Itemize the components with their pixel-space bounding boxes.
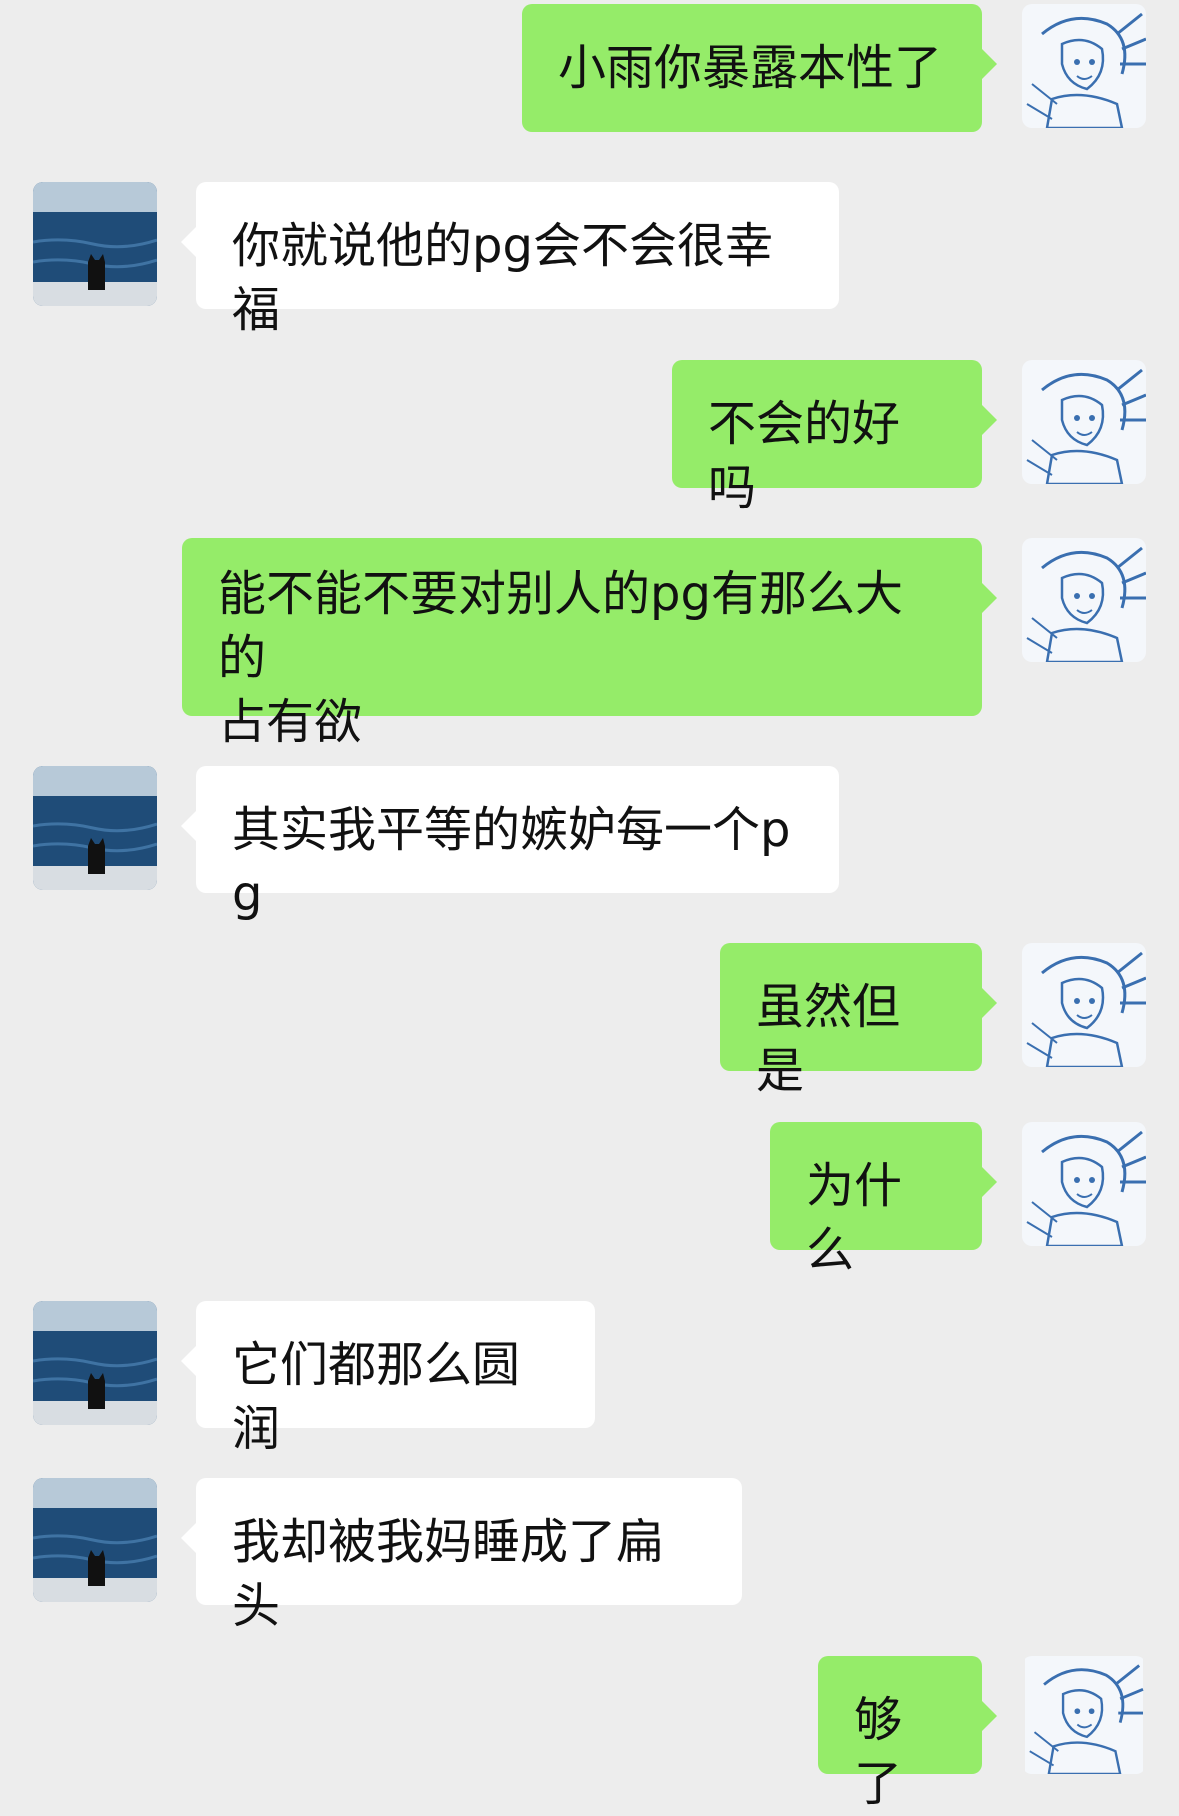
friend-avatar[interactable] xyxy=(33,182,157,306)
message-bubble[interactable]: 虽然但是 xyxy=(720,943,997,1099)
message-bubble[interactable]: 为什么 xyxy=(770,1122,997,1278)
sketch-character-icon xyxy=(1025,1656,1144,1774)
cat-at-sea-icon xyxy=(33,182,157,306)
cat-at-sea-icon xyxy=(33,1478,157,1602)
sketch-character-icon xyxy=(1022,360,1146,484)
message-bubble[interactable]: 不会的好吗 xyxy=(672,360,997,516)
sketch-character-icon xyxy=(1022,4,1146,128)
friend-avatar[interactable] xyxy=(33,1301,157,1425)
self-avatar[interactable] xyxy=(1022,4,1146,128)
self-avatar[interactable] xyxy=(1022,360,1146,484)
sketch-character-icon xyxy=(1022,538,1146,662)
message-bubble[interactable]: 其实我平等的嫉妒每一个pg xyxy=(181,766,839,922)
friend-avatar[interactable] xyxy=(33,766,157,890)
message-bubble[interactable]: 够了 xyxy=(818,1656,997,1812)
message-bubble[interactable]: 你就说他的pg会不会很幸福 xyxy=(181,182,839,338)
cat-at-sea-icon xyxy=(33,1301,157,1425)
self-avatar[interactable] xyxy=(1022,1656,1146,1774)
message-bubble[interactable]: 我却被我妈睡成了扁头 xyxy=(181,1478,742,1634)
message-bubble[interactable]: 它们都那么圆润 xyxy=(181,1301,595,1457)
chat-message-list[interactable]: 小雨你暴露本性了 你就说他的pg会不会很幸福 不会的好吗 能不能不要对别人的pg… xyxy=(0,0,1179,1812)
friend-avatar[interactable] xyxy=(33,1478,157,1602)
message-bubble[interactable]: 能不能不要对别人的pg有那么大的 占有欲 xyxy=(182,538,997,750)
sketch-character-icon xyxy=(1022,1122,1146,1246)
self-avatar[interactable] xyxy=(1022,943,1146,1067)
self-avatar[interactable] xyxy=(1022,1122,1146,1246)
self-avatar[interactable] xyxy=(1022,538,1146,662)
message-bubble[interactable]: 小雨你暴露本性了 xyxy=(522,4,997,132)
cat-at-sea-icon xyxy=(33,766,157,890)
sketch-character-icon xyxy=(1022,943,1146,1067)
